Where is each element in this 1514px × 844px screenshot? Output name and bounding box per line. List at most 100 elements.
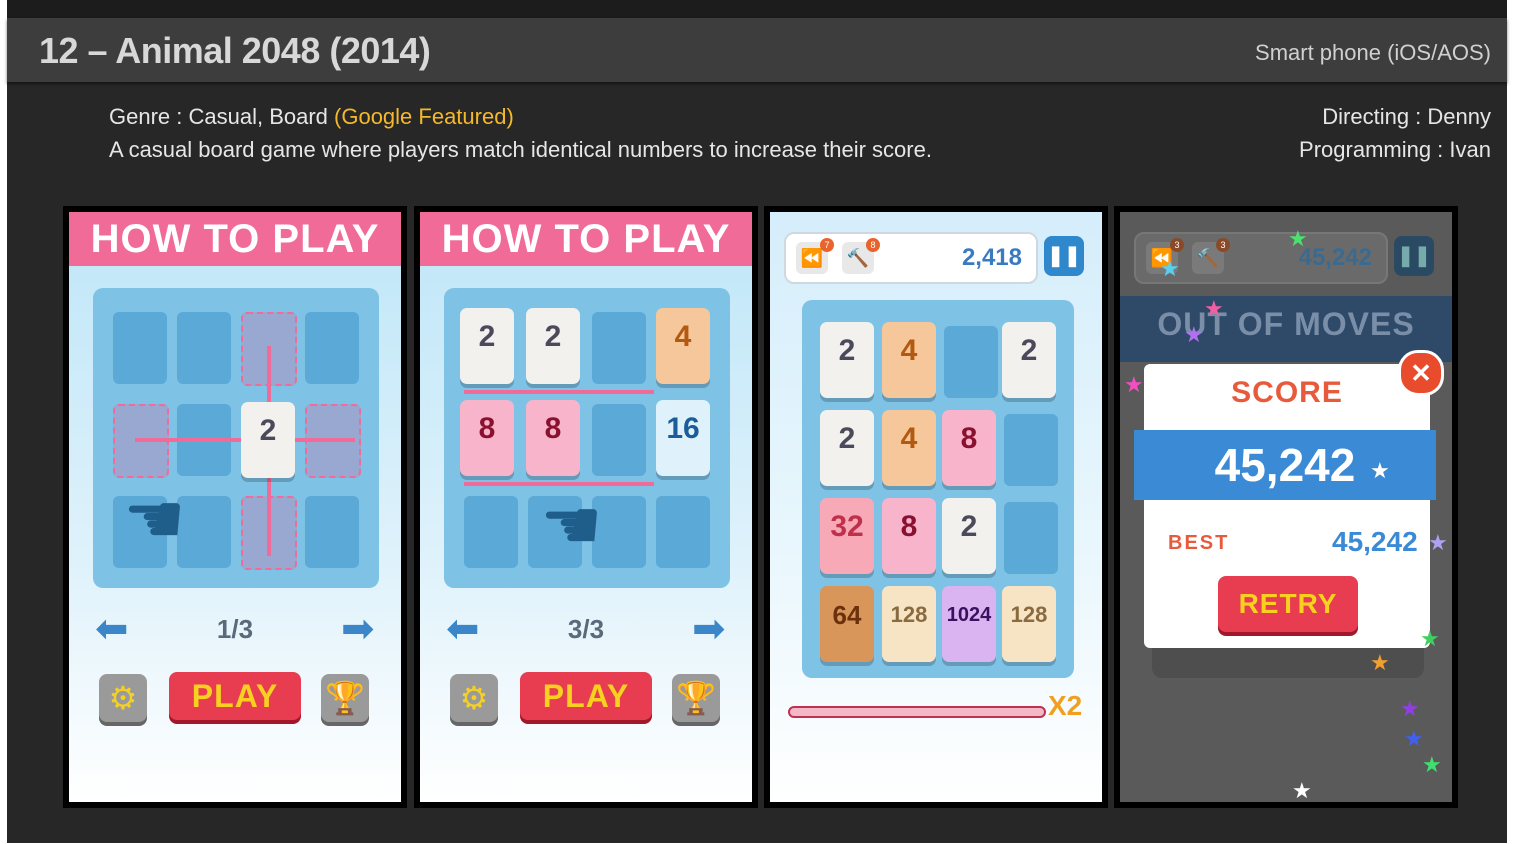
top-strip: [7, 0, 1507, 18]
pause-button[interactable]: ❚❚: [1044, 236, 1084, 276]
number-tile: 128: [882, 586, 936, 662]
board-cell: [1004, 414, 1058, 486]
number-tile: 8: [526, 400, 580, 476]
current-score: 45,242: [1298, 244, 1372, 271]
close-icon[interactable]: ✕: [1398, 350, 1444, 396]
number-tile: 2: [460, 308, 514, 384]
wand-count: 3: [1216, 238, 1230, 252]
star-icon: ★: [1160, 256, 1180, 281]
how-to-play-header: HOW TO PLAY: [69, 212, 401, 266]
star-icon: ★: [1420, 626, 1440, 651]
screenshot-gameplay: ⏪ 7 🔨 8 2,418 ❚❚ 2 4 2 2 4 8 32 8 2 64 128: [764, 206, 1108, 808]
play-button[interactable]: PLAY: [169, 672, 301, 720]
star-icon: ★: [1292, 778, 1312, 802]
best-label: BEST: [1168, 532, 1230, 554]
retry-button[interactable]: RETRY: [1218, 576, 1358, 632]
out-of-moves-banner: OUT OF MOVES: [1157, 306, 1415, 342]
board-cell: [305, 312, 359, 384]
number-tile: 2: [820, 322, 874, 398]
multiplier-label: X2: [1048, 690, 1083, 721]
number-tile: 2: [241, 402, 295, 478]
gear-icon[interactable]: ⚙: [99, 674, 147, 722]
board-cell: [656, 496, 710, 568]
screenshot-tutorial-3: HOW TO PLAY 2 2 4 8 8 16 ☚ ⬅ 3/3 ➡ ⚙ PLA…: [414, 206, 758, 808]
score-label: SCORE: [1231, 376, 1343, 409]
number-tile: 2: [942, 498, 996, 574]
game-board: 2 ☚: [93, 288, 379, 588]
number-tile: 2: [1002, 322, 1056, 398]
hand-icon: ☚: [123, 480, 186, 558]
screenshot-tutorial-1: HOW TO PLAY 2 ☚ ⬅ 1/3 ➡ ⚙ PLAY 🏆: [63, 206, 407, 808]
star-icon: ★: [1422, 752, 1442, 777]
board-cell: [592, 312, 646, 384]
combo-progress-bar: [788, 706, 1046, 718]
board-cell: [113, 312, 167, 384]
game-board: 2 2 4 8 8 16 ☚: [444, 288, 730, 588]
final-score: 45,242: [1214, 439, 1356, 491]
current-score: 2,418: [961, 244, 1022, 271]
genre-highlight: (Google Featured): [334, 104, 514, 129]
gear-icon[interactable]: ⚙: [450, 674, 498, 722]
number-tile: 4: [882, 410, 936, 486]
star-icon: ★: [1184, 322, 1204, 347]
star-icon: ★: [1370, 650, 1390, 675]
number-tile: 128: [1002, 586, 1056, 662]
rewind-count: 7: [820, 238, 834, 252]
how-to-play-header: HOW TO PLAY: [420, 212, 752, 266]
trophy-icon[interactable]: 🏆: [321, 674, 369, 722]
star-icon: ★: [1428, 530, 1448, 555]
star-icon: ★: [1124, 372, 1144, 397]
arrow-right-icon[interactable]: ➡: [692, 606, 726, 652]
star-icon: ★: [1204, 296, 1224, 321]
rewind-icon[interactable]: ⏪ 7: [796, 238, 834, 274]
platform-label: Smart phone (iOS/AOS): [1255, 40, 1491, 65]
star-icon: ★: [1404, 726, 1424, 751]
number-tile: 64: [820, 586, 874, 662]
arrow-right-icon[interactable]: ➡: [341, 606, 375, 652]
number-tile: 2: [526, 308, 580, 384]
trophy-icon[interactable]: 🏆: [672, 674, 720, 722]
move-arrow: [464, 390, 654, 394]
number-tile: 4: [882, 322, 936, 398]
directing-credit: Directing : Denny: [1322, 104, 1491, 129]
number-tile: 1024: [942, 586, 996, 662]
board-cell: [464, 496, 518, 568]
game-board: 2 4 2 2 4 8 32 8 2 64 128 1024 128: [802, 300, 1074, 678]
score-bar: ⏪ 7 🔨 8 2,418: [784, 232, 1038, 284]
rewind-count: 3: [1170, 238, 1184, 252]
board-cell: [305, 496, 359, 568]
board-cell: [1004, 502, 1058, 574]
pause-button: ❚❚: [1394, 236, 1434, 276]
hand-icon: ☚: [540, 486, 603, 564]
header-bar: 12 – Animal 2048 (2014) Smart phone (iOS…: [7, 18, 1507, 82]
game-over-screen: ⏪ 3 🔨 3 45,242 ❚❚ OUT OF MOVES SCORE 45,24…: [1120, 212, 1452, 802]
description: A casual board game where players match …: [109, 137, 932, 162]
programming-credit: Programming : Ivan: [1299, 137, 1491, 162]
wand-count: 8: [866, 238, 880, 252]
genre-text: Genre : Casual, Board: [109, 104, 335, 129]
star-icon: ★: [1400, 696, 1420, 721]
number-tile: 32: [820, 498, 874, 574]
page-title: 12 – Animal 2048 (2014): [39, 30, 431, 71]
slide: 12 – Animal 2048 (2014) Smart phone (iOS…: [7, 0, 1507, 843]
magic-wand-icon[interactable]: 🔨 8: [842, 238, 880, 274]
number-tile: 16: [656, 400, 710, 476]
genre-line: Genre : Casual, Board (Google Featured): [109, 104, 514, 130]
screenshot-game-over: ⏪ 3 🔨 3 45,242 ❚❚ OUT OF MOVES SCORE 45,24…: [1114, 206, 1458, 808]
tutorial-screen: HOW TO PLAY 2 ☚ ⬅ 1/3 ➡ ⚙ PLAY 🏆: [69, 212, 401, 802]
number-tile: 8: [942, 410, 996, 486]
star-icon: ★: [1370, 458, 1390, 483]
game-screen: ⏪ 7 🔨 8 2,418 ❚❚ 2 4 2 2 4 8 32 8 2 64 128: [770, 212, 1102, 802]
board-cell: [944, 326, 998, 398]
number-tile: 4: [656, 308, 710, 384]
magic-wand-icon: 🔨 3: [1192, 238, 1230, 274]
number-tile: 8: [460, 400, 514, 476]
tutorial-screen: HOW TO PLAY 2 2 4 8 8 16 ☚ ⬅ 3/3 ➡ ⚙ PLA…: [420, 212, 752, 802]
number-tile: 2: [820, 410, 874, 486]
best-score: 45,242: [1332, 526, 1418, 557]
board-cell: [177, 312, 231, 384]
board-cell: [592, 404, 646, 476]
number-tile: 8: [882, 498, 936, 574]
star-icon: ★: [1288, 226, 1308, 251]
play-button[interactable]: PLAY: [520, 672, 652, 720]
